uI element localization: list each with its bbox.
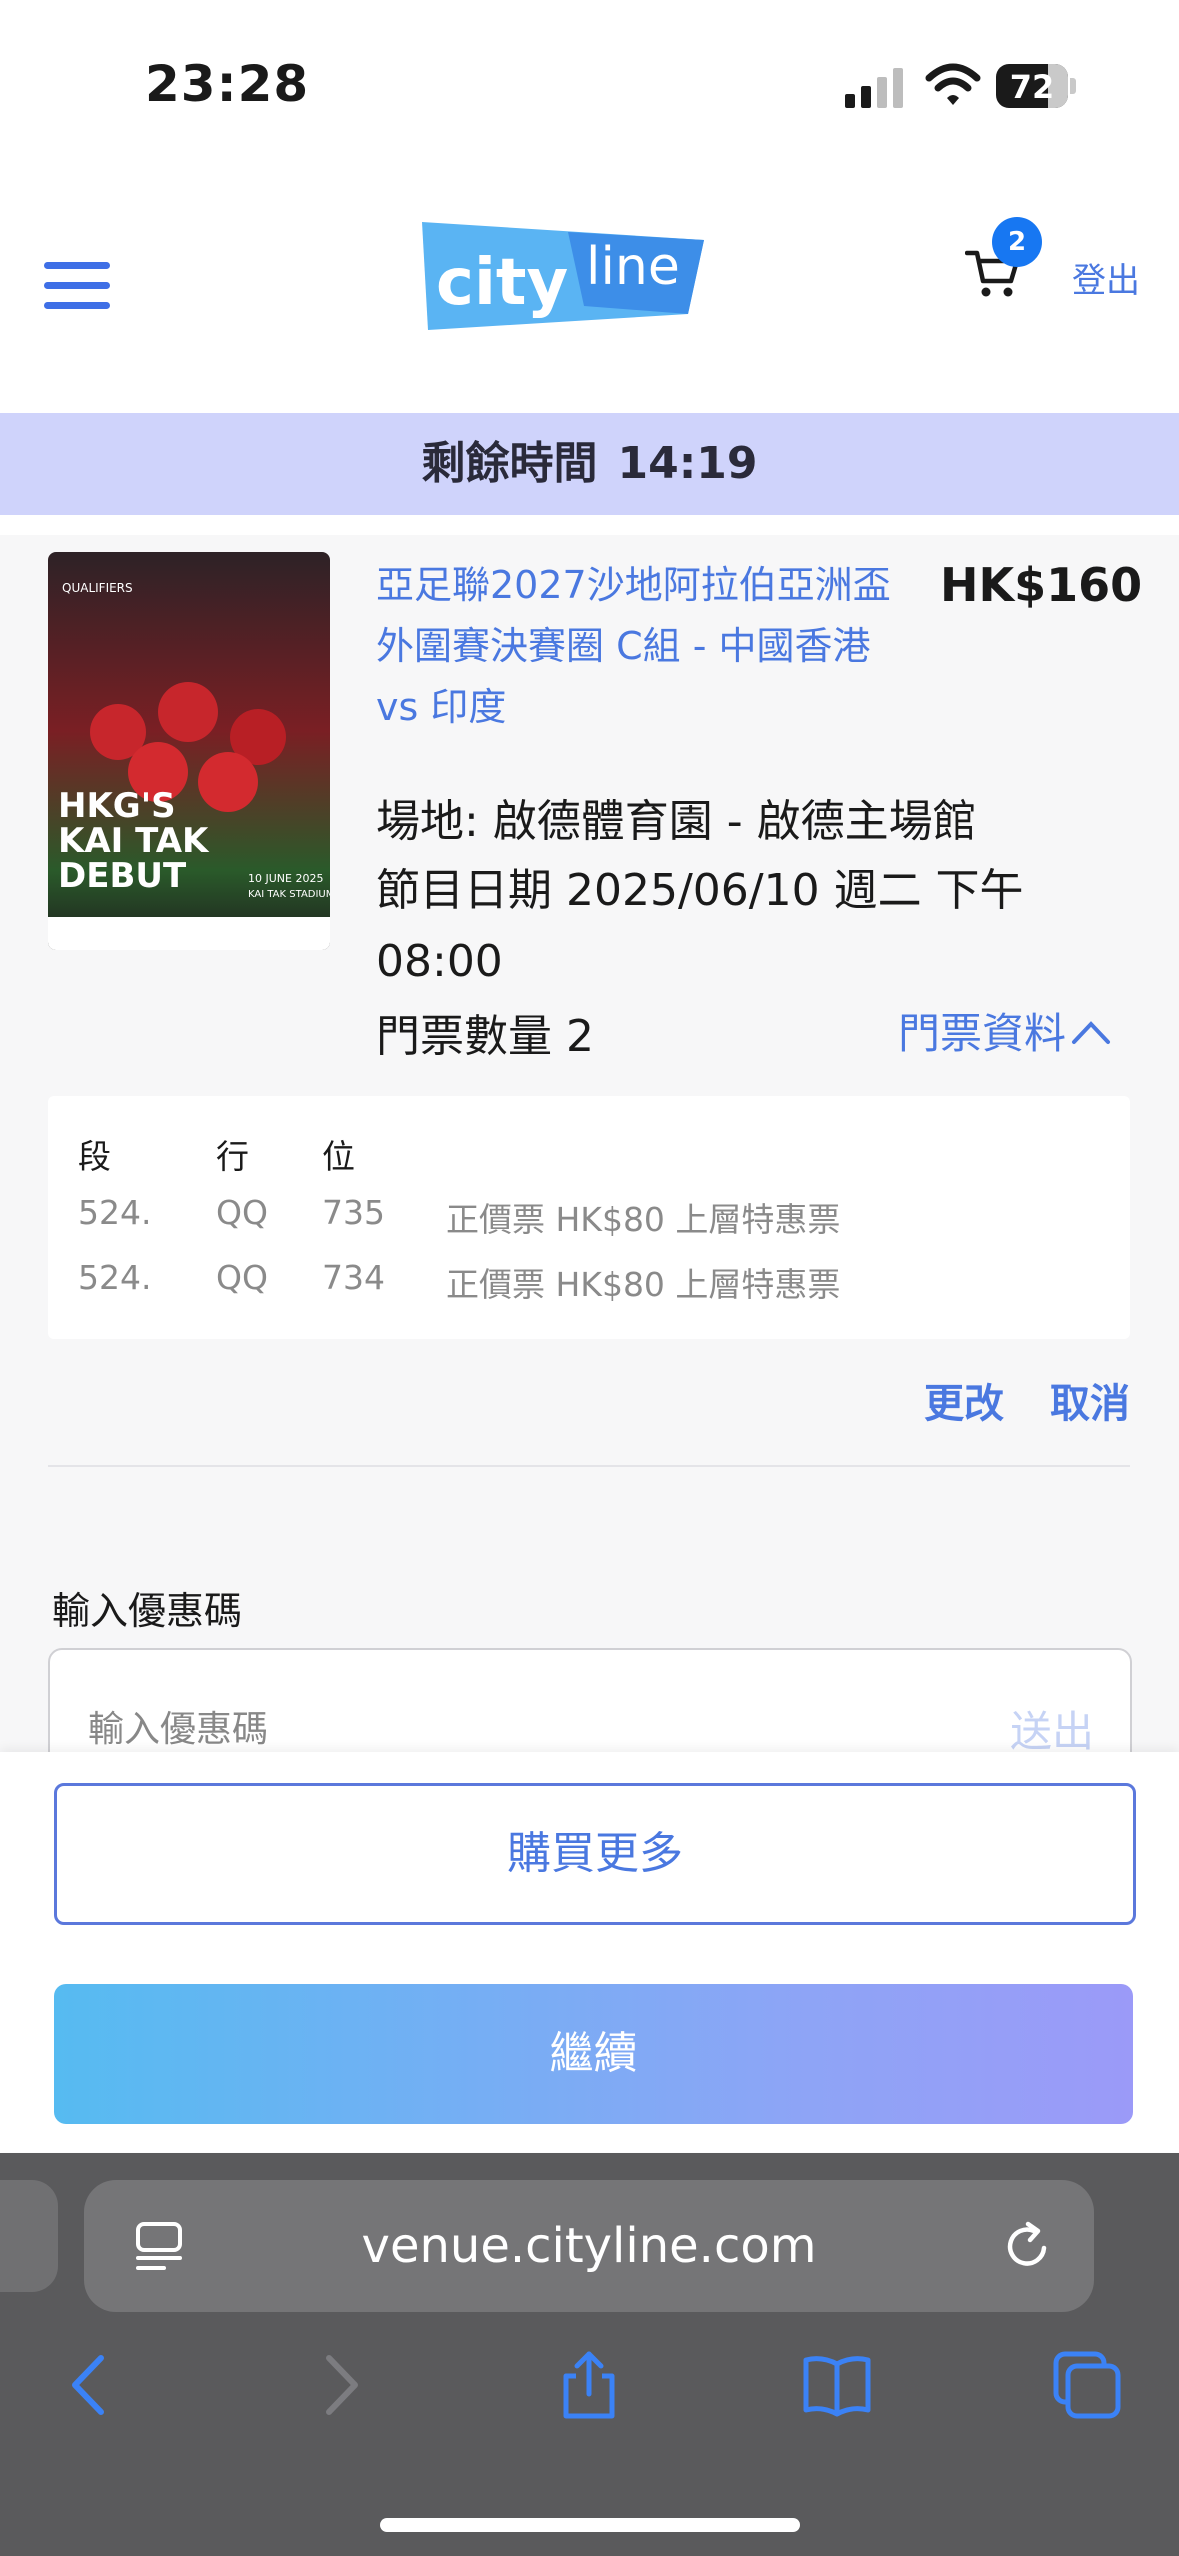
cellular-signal-icon: [845, 68, 903, 108]
change-button[interactable]: 更改: [924, 1371, 1004, 1429]
ticket-1-section: 524.: [78, 1193, 152, 1232]
hamburger-menu-icon[interactable]: [44, 262, 110, 314]
svg-text:line: line: [586, 237, 680, 297]
cancel-button[interactable]: 取消: [1050, 1371, 1130, 1429]
cart-count-badge: 2: [992, 217, 1042, 267]
header-seat: 位: [322, 1137, 355, 1176]
cityline-logo[interactable]: city line: [418, 218, 708, 336]
promo-submit-button[interactable]: 送出: [1010, 1698, 1094, 1759]
countdown-value: 14:19: [617, 438, 758, 489]
back-icon[interactable]: [55, 2350, 125, 2420]
event-poster-image: QUALIFIERS HKG'S KAI TAK DEBUT 10 JUNE 2…: [48, 552, 330, 950]
total-price: HK$160: [940, 558, 1143, 612]
poster-venue: KAI TAK STADIUM: [248, 889, 330, 900]
ticket-1-seat: 735: [322, 1193, 385, 1232]
forward-icon[interactable]: [305, 2350, 375, 2420]
svg-text:city: city: [436, 246, 568, 320]
poster-date: 10 JUNE 2025: [248, 872, 323, 885]
previous-tab-peek[interactable]: [0, 2180, 58, 2292]
promo-code-label: 輸入優惠碼: [52, 1589, 243, 1633]
status-time: 23:28: [145, 55, 310, 113]
ticket-2-row: QQ: [216, 1258, 268, 1297]
ticket-1-type: 正價票 HK$80 上層特惠票: [446, 1200, 841, 1239]
battery-icon: 72: [996, 64, 1078, 110]
poster-line-1: HKG'S: [58, 786, 176, 826]
wifi-icon: [925, 63, 981, 105]
ticket-2-type: 正價票 HK$80 上層特惠票: [446, 1265, 841, 1304]
ticket-info-toggle[interactable]: 門票資料: [898, 1000, 1112, 1061]
event-title-link[interactable]: 亞足聯2027沙地阿拉伯亞洲盃外圍賽決賽圈 C組 - 中國香港 vs 印度: [376, 555, 916, 738]
poster-badge: QUALIFIERS: [62, 581, 133, 595]
ticket-2-seat: 734: [322, 1258, 385, 1297]
ticket-quantity: 門票數量 2: [376, 1011, 594, 1062]
page-menu-icon[interactable]: [134, 2220, 184, 2272]
buy-more-button[interactable]: 購買更多: [54, 1783, 1136, 1925]
share-icon[interactable]: [554, 2350, 624, 2420]
poster-line-2: KAI TAK: [58, 821, 210, 861]
event-venue: 場地: 啟德體育園 - 啟德主場館: [376, 796, 977, 847]
bookmarks-icon[interactable]: [802, 2350, 872, 2420]
tabs-icon[interactable]: [1052, 2350, 1122, 2420]
countdown-timer: 剩餘時間 14:19: [0, 413, 1179, 515]
ticket-2-section: 524.: [78, 1258, 152, 1297]
reload-icon[interactable]: [1000, 2218, 1056, 2274]
header-section: 段: [78, 1137, 111, 1176]
home-indicator: [380, 2518, 800, 2532]
header-row: 行: [216, 1137, 249, 1176]
poster-line-3: DEBUT: [58, 856, 187, 896]
chevron-up-icon: [1072, 1021, 1111, 1044]
divider: [48, 1465, 1130, 1467]
ticket-info-label: 門票資料: [898, 1009, 1067, 1058]
ticket-1-row: QQ: [216, 1193, 268, 1232]
logout-link[interactable]: 登出: [1072, 253, 1140, 302]
event-date: 節目日期 2025/06/10 週二 下午 08:00: [376, 865, 1024, 987]
continue-button[interactable]: 繼續: [54, 1984, 1133, 2124]
address-url[interactable]: venue.cityline.com: [84, 2180, 1094, 2312]
promo-code-input[interactable]: 輸入優惠碼: [88, 1700, 268, 1752]
countdown-label: 剩餘時間: [421, 438, 598, 489]
battery-level: 72: [1009, 68, 1055, 106]
